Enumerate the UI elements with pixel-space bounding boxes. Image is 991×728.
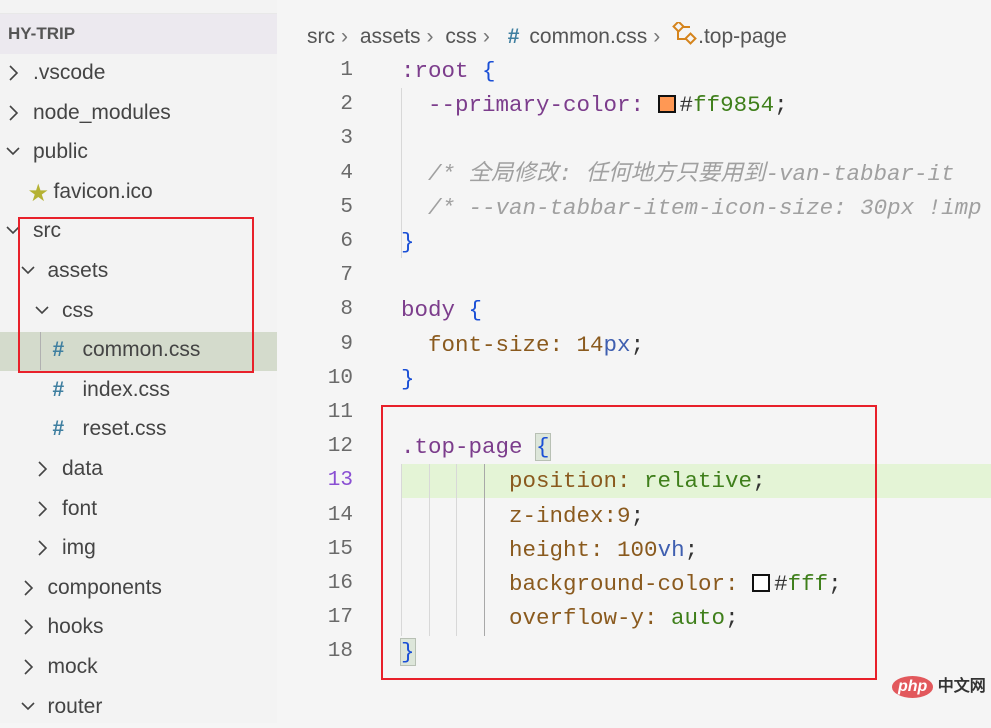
annotation-box-code [381,405,877,680]
code-line[interactable]: /* --van-tabbar-item-icon-size: 30px !im… [401,191,982,225]
chevron-right-icon [21,656,35,678]
tree-item-label: img [62,536,96,560]
tree-item-index-css[interactable]: # index.css [0,372,277,411]
tree-item-router[interactable]: router [0,689,277,728]
chevron-right-icon [21,616,35,638]
line-number: 1 [340,59,353,82]
tree-item-label: .vscode [33,61,106,84]
line-number: 2 [340,93,353,117]
css-file-icon: # [52,417,65,441]
tree-item-label: router [47,694,103,718]
line-number: 16 [327,572,353,595]
code-line[interactable]: font-size: 14px; [401,328,644,362]
tree-item-mock[interactable]: mock [0,649,277,688]
color-swatch[interactable] [657,95,676,114]
code-line[interactable]: --primary-color: #ff9854; [401,88,788,122]
line-number: 7 [340,264,353,288]
line-number: 14 [327,503,353,527]
code-token: px [603,331,631,358]
tree-item-node-modules[interactable]: node_modules [0,95,277,134]
code-line[interactable]: /* 全局修改: 任何地方只要用到-van-tabbar-it [401,157,955,191]
line-number: 4 [340,161,353,185]
chevron-right-icon [35,537,49,559]
tree-item-favicon-ico[interactable]: ★ favicon.ico [0,174,277,213]
line-number: 17 [327,606,353,630]
code-line[interactable]: } [401,362,415,396]
code-token: /* 全局修改: 任何地方只要用到-van-tabbar-it [401,160,955,187]
tree-item-vscode[interactable]: .vscode [0,55,277,94]
tree-item-data[interactable]: data [0,451,277,490]
code-token: ; [630,331,645,358]
tree-item-public[interactable]: public [0,134,277,173]
annotation-box-sidebar [18,217,254,373]
tree-item-label: reset.css [82,417,167,441]
line-number: 13 [327,469,353,493]
code-line[interactable]: :root { [401,54,496,88]
line-number: 6 [340,230,353,253]
tree-item-components[interactable]: components [0,570,277,609]
code-token: font-size: [401,331,577,358]
line-number: 3 [340,127,353,151]
watermark-logo: php 中文网 [892,672,986,698]
chevron-right-icon [6,102,20,124]
tree-item-label: node_modules [33,100,171,124]
tree-item-reset-css[interactable]: # reset.css [0,411,277,450]
tree-item-label: components [47,575,162,599]
tree-item-img[interactable]: img [0,530,277,569]
code-token: --primary-color: [401,92,658,119]
tree-item-font[interactable]: font [0,491,277,530]
tree-item-label: public [33,140,88,164]
chevron-right-icon [6,62,20,84]
explorer-title: HY-TRIP [0,14,277,54]
line-number: 10 [327,366,353,390]
line-number: 15 [327,537,353,561]
code-line[interactable]: body { [401,293,482,327]
chevron-right-icon [35,498,49,520]
code-token: { [482,58,496,84]
line-number: 12 [327,435,353,459]
code-token: body [401,297,469,324]
code-token: } [401,229,415,255]
code-token: # [679,92,694,119]
css-file-icon: # [52,377,65,401]
chevron-down-icon [20,696,35,718]
line-number: 18 [327,640,353,664]
star-icon: ★ [27,179,50,207]
code-token: 14 [576,331,604,358]
code-line[interactable]: } [401,225,415,259]
line-number: 8 [340,298,353,322]
chevron-right-icon [35,458,49,480]
chevron-right-icon [21,577,35,599]
tree-item-label: favicon.ico [53,179,153,203]
indent-guide [401,88,402,258]
chevron-down-icon [6,141,20,163]
tree-item-label: data [62,457,103,480]
code-token: /* --van-tabbar-item-icon-size: 30px !im… [401,194,982,221]
code-token: ; [774,92,788,119]
sidebar-top-bar [0,0,277,14]
line-number: 5 [340,195,353,219]
tree-item-hooks[interactable]: hooks [0,609,277,648]
tree-item-label: hooks [47,615,104,639]
tree-item-label: font [62,496,98,520]
line-number: 9 [340,332,353,356]
code-token: ff9854 [693,92,775,119]
tree-item-label: mock [47,655,98,678]
code-token: } [401,365,415,392]
line-number: 11 [327,401,353,424]
tree-item-label: index.css [82,377,171,401]
code-token: { [468,297,483,324]
code-token: :root [401,58,483,84]
